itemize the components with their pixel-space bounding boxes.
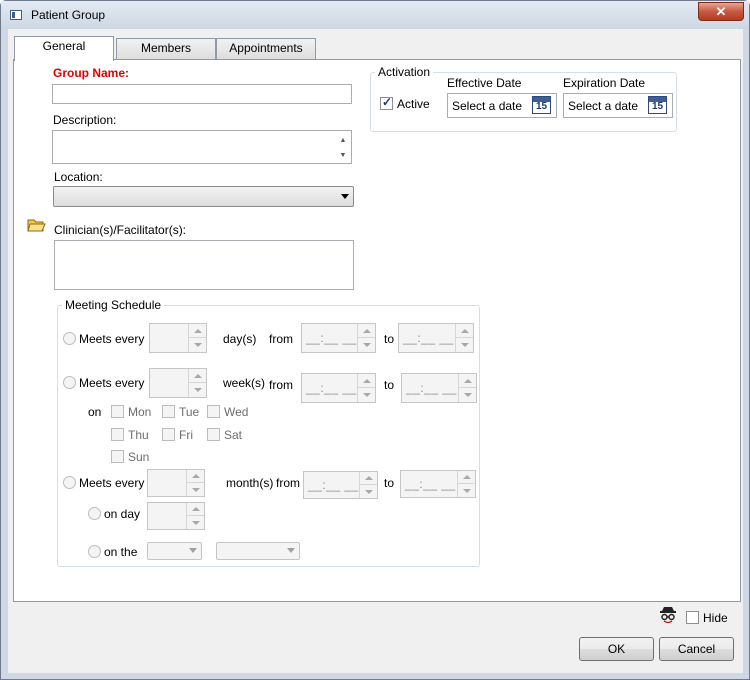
window-title: Patient Group: [31, 8, 106, 22]
weekday-mon-checkbox[interactable]: [111, 405, 124, 418]
description-label: Description:: [53, 113, 117, 127]
location-label: Location:: [54, 170, 103, 184]
weekday-sat-checkbox[interactable]: [207, 428, 220, 441]
weekday-wed-checkbox[interactable]: [207, 405, 220, 418]
tab-label: Appointments: [229, 41, 303, 55]
meets-every-months-radio[interactable]: [63, 476, 76, 489]
meets-every-label: Meets every: [79, 332, 145, 346]
weekday-sun-label: Sun: [128, 450, 150, 464]
weekday-fri-checkbox[interactable]: [162, 428, 175, 441]
activation-groupbox: Activation Effective Date Expiration Dat…: [370, 65, 677, 132]
hide-label: Hide: [703, 611, 728, 625]
chevron-down-icon: [341, 193, 349, 199]
hide-checkbox[interactable]: [686, 611, 699, 624]
weeks-interval-stepper[interactable]: [149, 368, 207, 398]
weekday-tue-label: Tue: [179, 405, 200, 419]
effective-date-placeholder: Select a date: [452, 99, 523, 113]
to-label: to: [384, 332, 395, 346]
close-button[interactable]: ✕: [698, 2, 744, 21]
days-to-time[interactable]: __:__ __: [398, 323, 474, 353]
description-scrollbar[interactable]: ▲ ▼: [337, 133, 349, 163]
weekday-mon-label: Mon: [128, 405, 152, 419]
open-folder-icon[interactable]: [27, 217, 46, 233]
meeting-schedule-groupbox: Meeting Schedule Meets every day(s) from…: [57, 298, 480, 567]
location-dropdown[interactable]: [53, 186, 354, 207]
expiration-date-label: Expiration Date: [563, 76, 646, 90]
general-tab-page: Group Name: Description: ▲ ▼ Location: Cl…: [13, 59, 741, 602]
active-checkbox[interactable]: [380, 95, 393, 110]
active-label: Active: [397, 97, 430, 111]
dialog-window: Patient Group ✕ General Members Appointm…: [0, 0, 750, 680]
months-to-time[interactable]: __:__ __: [400, 470, 476, 498]
weekday-sun-checkbox[interactable]: [111, 450, 124, 463]
weekday-sat-label: Sat: [224, 428, 243, 442]
on-the-radio[interactable]: [88, 545, 101, 558]
app-icon: [10, 10, 22, 20]
dialog-client-area: General Members Appointments Group Name:…: [8, 29, 743, 673]
weekday-wed-label: Wed: [224, 405, 249, 419]
from-label: from: [269, 332, 293, 346]
activation-title: Activation: [375, 65, 434, 79]
weeks-from-time[interactable]: __:__ __: [301, 373, 376, 403]
from-label: from: [269, 378, 293, 392]
description-input[interactable]: ▲ ▼: [52, 130, 352, 164]
meets-every-label: Meets every: [79, 376, 145, 390]
tab-members[interactable]: Members: [116, 38, 216, 59]
expiration-date-picker[interactable]: Select a date 15: [563, 93, 673, 118]
on-day-stepper[interactable]: [147, 502, 205, 530]
months-interval-stepper[interactable]: [147, 469, 205, 497]
on-the-label: on the: [104, 545, 138, 559]
on-day-radio[interactable]: [88, 507, 101, 520]
months-unit-label: month(s): [226, 476, 274, 490]
weeks-to-time[interactable]: __:__ __: [401, 373, 477, 403]
to-label: to: [384, 476, 395, 490]
tab-label: Members: [140, 41, 191, 55]
close-icon: ✕: [715, 4, 727, 19]
to-label: to: [384, 378, 395, 392]
on-the-ordinal-dropdown[interactable]: [147, 542, 202, 560]
weekday-thu-checkbox[interactable]: [111, 428, 124, 441]
weeks-unit-label: week(s): [223, 376, 266, 390]
cancel-button[interactable]: Cancel: [659, 637, 734, 661]
expiration-date-placeholder: Select a date: [568, 99, 639, 113]
title-bar[interactable]: Patient Group ✕: [1, 1, 749, 29]
weekday-fri-label: Fri: [179, 428, 193, 442]
on-label: on: [88, 405, 102, 419]
tab-general[interactable]: General: [14, 36, 114, 61]
chevron-down-icon: [287, 548, 295, 553]
meeting-schedule-title: Meeting Schedule: [62, 298, 165, 312]
meets-every-weeks-radio[interactable]: [63, 376, 76, 389]
from-label: from: [276, 476, 300, 490]
calendar-icon[interactable]: 15: [532, 96, 551, 114]
chevron-down-icon: [189, 548, 197, 553]
months-from-time[interactable]: __:__ __: [303, 471, 378, 499]
incognito-icon: [660, 607, 676, 624]
weekday-thu-label: Thu: [128, 428, 149, 442]
meets-every-days-radio[interactable]: [63, 332, 76, 345]
tab-appointments[interactable]: Appointments: [216, 38, 316, 59]
clinicians-list[interactable]: [54, 240, 354, 290]
clinicians-label: Clinician(s)/Facilitator(s):: [54, 223, 187, 237]
group-name-label: Group Name:: [53, 66, 130, 80]
on-day-label: on day: [104, 507, 141, 521]
meets-every-label: Meets every: [79, 476, 145, 490]
effective-date-label: Effective Date: [447, 76, 522, 90]
ok-button[interactable]: OK: [579, 637, 654, 661]
group-name-input[interactable]: [52, 84, 352, 104]
tab-label: General: [42, 39, 86, 53]
effective-date-picker[interactable]: Select a date 15: [447, 93, 557, 118]
weekday-tue-checkbox[interactable]: [162, 405, 175, 418]
on-the-weekday-dropdown[interactable]: [216, 542, 300, 560]
days-unit-label: day(s): [223, 332, 257, 346]
days-from-time[interactable]: __:__ __: [301, 323, 376, 353]
calendar-icon[interactable]: 15: [648, 96, 667, 114]
days-interval-stepper[interactable]: [149, 323, 207, 353]
